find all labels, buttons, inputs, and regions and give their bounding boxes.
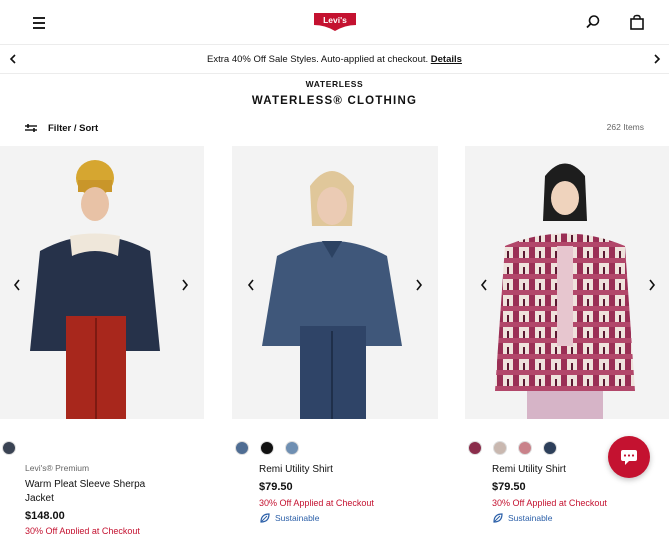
sustainable-label: Sustainable <box>508 513 553 523</box>
product-name[interactable]: Jacket <box>25 492 54 506</box>
chevron-left-icon[interactable] <box>246 278 256 292</box>
sustainable-label: Sustainable <box>275 513 320 523</box>
color-swatch[interactable] <box>543 441 557 455</box>
product-promo: 30% Off Applied at Checkout <box>492 498 607 508</box>
product-image[interactable] <box>232 146 438 419</box>
color-swatch[interactable] <box>260 441 274 455</box>
product-price: $148.00 <box>25 510 65 522</box>
color-swatches <box>468 441 568 457</box>
chevron-right-icon[interactable] <box>647 278 657 292</box>
promo-details-link[interactable]: Details <box>431 54 462 65</box>
color-swatch[interactable] <box>2 441 16 455</box>
product-image[interactable] <box>0 146 204 419</box>
search-icon[interactable] <box>585 14 601 30</box>
chevron-right-icon[interactable] <box>180 278 190 292</box>
color-swatch[interactable] <box>285 441 299 455</box>
color-swatch[interactable] <box>493 441 507 455</box>
chevron-left-icon[interactable] <box>12 278 22 292</box>
chat-button[interactable] <box>608 436 650 478</box>
product-price: $79.50 <box>259 481 293 493</box>
filter-sort-button[interactable]: Filter / Sort <box>24 121 98 135</box>
leaf-icon <box>493 513 503 523</box>
color-swatch[interactable] <box>235 441 249 455</box>
color-swatches <box>2 441 27 457</box>
sustainable-badge: Sustainable <box>492 512 552 524</box>
chevron-right-icon[interactable] <box>652 53 662 65</box>
sustainable-badge: Sustainable <box>259 512 319 524</box>
filter-sort-label: Filter / Sort <box>48 122 99 134</box>
product-brand: Levi's® Premium <box>25 463 90 473</box>
page-title: WATERLESS® CLOTHING <box>251 95 418 107</box>
color-swatch[interactable] <box>518 441 532 455</box>
site-header: Levi's <box>0 0 669 45</box>
sliders-icon <box>25 124 37 132</box>
chevron-left-icon[interactable] <box>479 278 489 292</box>
product-name[interactable]: Remi Utility Shirt <box>259 463 333 477</box>
bag-icon[interactable] <box>629 14 645 30</box>
breadcrumb[interactable]: WATERLESS <box>0 79 669 89</box>
promo-message: Extra 40% Off Sale Styles. Auto-applied … <box>207 54 429 65</box>
product-name[interactable]: Warm Pleat Sleeve Sherpa <box>25 478 145 492</box>
promo-banner: Extra 40% Off Sale Styles. Auto-applied … <box>0 46 669 74</box>
product-name[interactable]: Remi Utility Shirt <box>492 463 566 477</box>
promo-text: Extra 40% Off Sale Styles. Auto-applied … <box>0 54 669 65</box>
product-image[interactable] <box>465 146 669 419</box>
levis-logo[interactable]: Levi's <box>313 11 357 33</box>
color-swatches <box>235 441 310 457</box>
item-count: 262 Items <box>606 122 644 132</box>
chat-icon <box>621 450 637 465</box>
product-promo: 30% Off Applied at Checkout <box>25 526 140 534</box>
product-price: $79.50 <box>492 481 526 493</box>
logo-text: Levi's <box>323 15 347 25</box>
hamburger-icon[interactable] <box>33 17 47 29</box>
product-promo: 30% Off Applied at Checkout <box>259 498 374 508</box>
leaf-icon <box>260 513 270 523</box>
color-swatch[interactable] <box>468 441 482 455</box>
chevron-right-icon[interactable] <box>414 278 424 292</box>
